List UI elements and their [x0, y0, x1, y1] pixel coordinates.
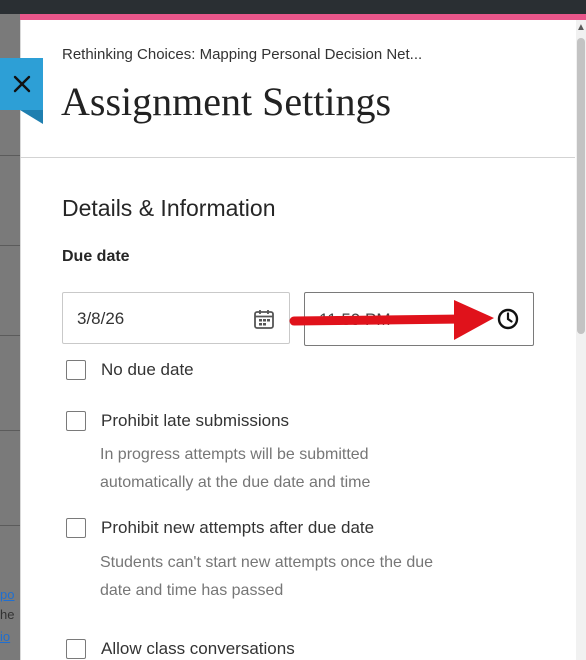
backdrop-divider: [0, 155, 20, 156]
annotation-arrow: [289, 300, 494, 340]
prohibit-late-option[interactable]: Prohibit late submissions: [66, 411, 289, 431]
section-heading: Details & Information: [62, 195, 276, 221]
help-line: automatically at the due date and time: [100, 474, 371, 491]
close-tab-fold: [20, 110, 43, 124]
close-button[interactable]: [0, 58, 43, 110]
calendar-icon[interactable]: [253, 308, 275, 330]
checkbox[interactable]: [66, 639, 86, 659]
option-label: No due date: [101, 360, 194, 379]
checkbox[interactable]: [66, 360, 86, 380]
backdrop-text: he: [0, 607, 15, 622]
option-help-text: Students can't start new attempts once t…: [100, 549, 540, 605]
help-line: Students can't start new attempts once t…: [100, 554, 434, 571]
option-label: Allow class conversations: [101, 639, 295, 658]
checkbox[interactable]: [66, 518, 86, 538]
option-label: Prohibit new attempts after due date: [101, 518, 375, 537]
class-conversations-option[interactable]: Allow class conversations: [66, 639, 295, 659]
close-icon: [13, 75, 30, 93]
backdrop-divider: [0, 245, 20, 246]
checkbox[interactable]: [66, 411, 86, 431]
page-title: Assignment Settings: [61, 79, 392, 124]
scrollbar-thumb[interactable]: [577, 38, 585, 334]
backdrop-divider: [0, 525, 20, 526]
no-due-date-option[interactable]: No due date: [66, 360, 194, 380]
help-line: date and time has passed: [100, 582, 284, 599]
prohibit-new-attempts-option[interactable]: Prohibit new attempts after due date: [66, 518, 374, 538]
backdrop-link[interactable]: po: [0, 585, 20, 605]
due-date-input[interactable]: 3/8/26: [62, 292, 290, 344]
breadcrumb: Rethinking Choices: Mapping Personal Dec…: [62, 46, 423, 63]
due-date-label: Due date: [62, 248, 130, 265]
option-label: Prohibit late submissions: [101, 411, 290, 430]
header-divider: [20, 157, 575, 158]
option-help-text: In progress attempts will be submitted a…: [100, 441, 540, 497]
backdrop-link[interactable]: io: [0, 627, 20, 647]
backdrop-divider: [0, 335, 20, 336]
backdrop-divider: [0, 430, 20, 431]
help-line: In progress attempts will be submitted: [100, 446, 369, 463]
scroll-up-icon[interactable]: ▲: [576, 22, 586, 34]
due-date-value: 3/8/26: [77, 309, 125, 328]
top-bar: [0, 0, 586, 14]
